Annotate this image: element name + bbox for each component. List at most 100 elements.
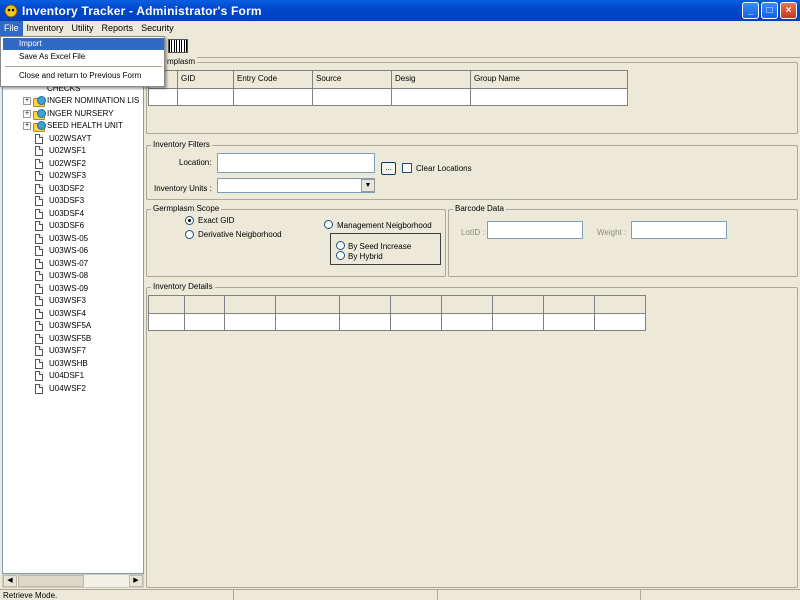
grid-cell[interactable] [339, 313, 391, 331]
tree-item[interactable]: U04WSF2 [3, 383, 143, 396]
tree-item[interactable]: U03DSF4 [3, 208, 143, 221]
nursery-tree[interactable]: CHECKS + INGER NOMINATION LIS + INGER NU… [2, 59, 144, 574]
inventory-filters-title: Inventory Filters [151, 140, 212, 149]
inventory-details-grid[interactable] [148, 295, 646, 331]
grid-cell[interactable] [184, 313, 225, 331]
grid-header-cell [492, 295, 544, 314]
tree-item[interactable]: U03WS-09 [3, 283, 143, 296]
tree-item-label: U03WS-08 [49, 271, 89, 280]
table-row[interactable] [148, 88, 628, 106]
weight-field[interactable] [631, 221, 727, 239]
tree-item[interactable]: U03WSF5A [3, 320, 143, 333]
document-icon [35, 258, 43, 269]
tree-item[interactable]: U03WSF4 [3, 308, 143, 321]
menu-inventory[interactable]: Inventory [23, 21, 68, 36]
grid-header-cell [441, 295, 493, 314]
tree-item-label: U03WSF3 [49, 296, 86, 305]
expand-icon[interactable]: + [23, 97, 31, 106]
tree-item[interactable]: U03WS-08 [3, 270, 143, 283]
grid-cell[interactable] [594, 313, 646, 331]
minimize-button[interactable]: _ [742, 2, 759, 19]
tree-item[interactable]: U03WSF7 [3, 345, 143, 358]
grid-header-cell [339, 295, 391, 314]
grid-cell[interactable] [391, 88, 471, 106]
grid-cell[interactable] [224, 313, 276, 331]
browse-location-button[interactable]: ... [381, 162, 396, 175]
column-desig[interactable]: Desig [391, 70, 471, 89]
tree-item-label: U03WS-09 [49, 283, 89, 293]
menu-utility[interactable]: Utility [68, 21, 98, 36]
grid-cell[interactable] [390, 313, 442, 331]
document-icon [35, 346, 43, 357]
maximize-button[interactable]: □ [761, 2, 778, 19]
seed-increase-radio[interactable] [336, 241, 345, 250]
inventory-details-title: Inventory Details [151, 282, 215, 291]
close-button[interactable]: × [780, 2, 797, 19]
clear-locations-checkbox[interactable] [402, 163, 412, 173]
tree-folder[interactable]: + INGER NOMINATION LIS [3, 95, 143, 108]
grid-cell[interactable] [148, 88, 178, 106]
lotid-field[interactable] [487, 221, 583, 239]
menu-save-excel[interactable]: Save As Excel File [3, 51, 164, 63]
menu-file[interactable]: File [0, 21, 23, 36]
chevron-down-icon[interactable]: ▼ [361, 179, 375, 192]
folder-icon [33, 121, 46, 133]
document-icon [35, 246, 43, 257]
tree-folder[interactable]: + INGER NURSERY [3, 108, 143, 121]
column-entry-code[interactable]: Entry Code [233, 70, 313, 89]
management-radio[interactable] [324, 220, 333, 229]
menu-close-return[interactable]: Close and return to Previous Form [3, 70, 164, 82]
tree-item[interactable]: U03WSF5B [3, 333, 143, 346]
grid-cell[interactable] [312, 88, 392, 106]
tree-item[interactable]: U03WS-05 [3, 233, 143, 246]
tree-item[interactable]: U02WSF3 [3, 170, 143, 183]
menu-reports[interactable]: Reports [98, 21, 138, 36]
germplasm-grid[interactable]: GID Entry Code Source Desig Group Name [148, 70, 628, 106]
scroll-left-icon[interactable]: ◀ [3, 575, 17, 587]
tree-item-label: U02WSF3 [49, 171, 86, 180]
location-field[interactable] [217, 153, 375, 173]
scroll-right-icon[interactable]: ▶ [129, 575, 143, 587]
tree-item[interactable]: U02WSF1 [3, 145, 143, 158]
location-label: Location: [179, 158, 212, 167]
barcode-data-title: Barcode Data [453, 204, 506, 213]
grid-cell[interactable] [492, 313, 544, 331]
tree-folder-label: INGER NURSERY [47, 108, 114, 118]
inventory-units-select[interactable] [217, 178, 375, 193]
expand-icon[interactable]: + [23, 122, 31, 131]
grid-header-cell [148, 295, 185, 314]
tree-item[interactable]: U03WSF3 [3, 295, 143, 308]
tree-horizontal-scrollbar[interactable]: ◀ ▶ [2, 574, 144, 588]
hybrid-radio[interactable] [336, 251, 345, 260]
grid-cell[interactable] [275, 313, 340, 331]
menu-import[interactable]: Import [3, 38, 164, 50]
folder-icon [33, 96, 46, 108]
column-gid[interactable]: GID [177, 70, 234, 89]
exact-gid-radio[interactable] [185, 216, 194, 225]
barcode-icon[interactable] [168, 39, 188, 53]
tree-item[interactable]: U03WS-07 [3, 258, 143, 271]
tree-folder[interactable]: + SEED HEALTH UNIT [3, 120, 143, 133]
menu-security[interactable]: Security [137, 21, 178, 36]
table-row[interactable] [148, 313, 646, 331]
tree-item[interactable]: U03WS-06 [3, 245, 143, 258]
tree-item[interactable]: U02WSAYT [3, 133, 143, 146]
tree-item[interactable]: U04DSF1 [3, 370, 143, 383]
tree-item[interactable]: U02WSF2 [3, 158, 143, 171]
grid-cell[interactable] [148, 313, 185, 331]
grid-cell[interactable] [543, 313, 595, 331]
expand-icon[interactable]: + [23, 109, 31, 118]
column-source[interactable]: Source [312, 70, 392, 89]
grid-cell[interactable] [177, 88, 234, 106]
derivative-radio[interactable] [185, 230, 194, 239]
tree-item-label: U03WSF7 [49, 346, 86, 355]
column-group-name[interactable]: Group Name [470, 70, 628, 89]
grid-cell[interactable] [441, 313, 493, 331]
grid-cell[interactable] [233, 88, 313, 106]
tree-item[interactable]: U03WSHB [3, 358, 143, 371]
tree-item[interactable]: U03DSF2 [3, 183, 143, 196]
scroll-thumb[interactable] [18, 575, 84, 587]
tree-item[interactable]: U03DSF3 [3, 195, 143, 208]
tree-item[interactable]: U03DSF6 [3, 220, 143, 233]
grid-cell[interactable] [470, 88, 628, 106]
